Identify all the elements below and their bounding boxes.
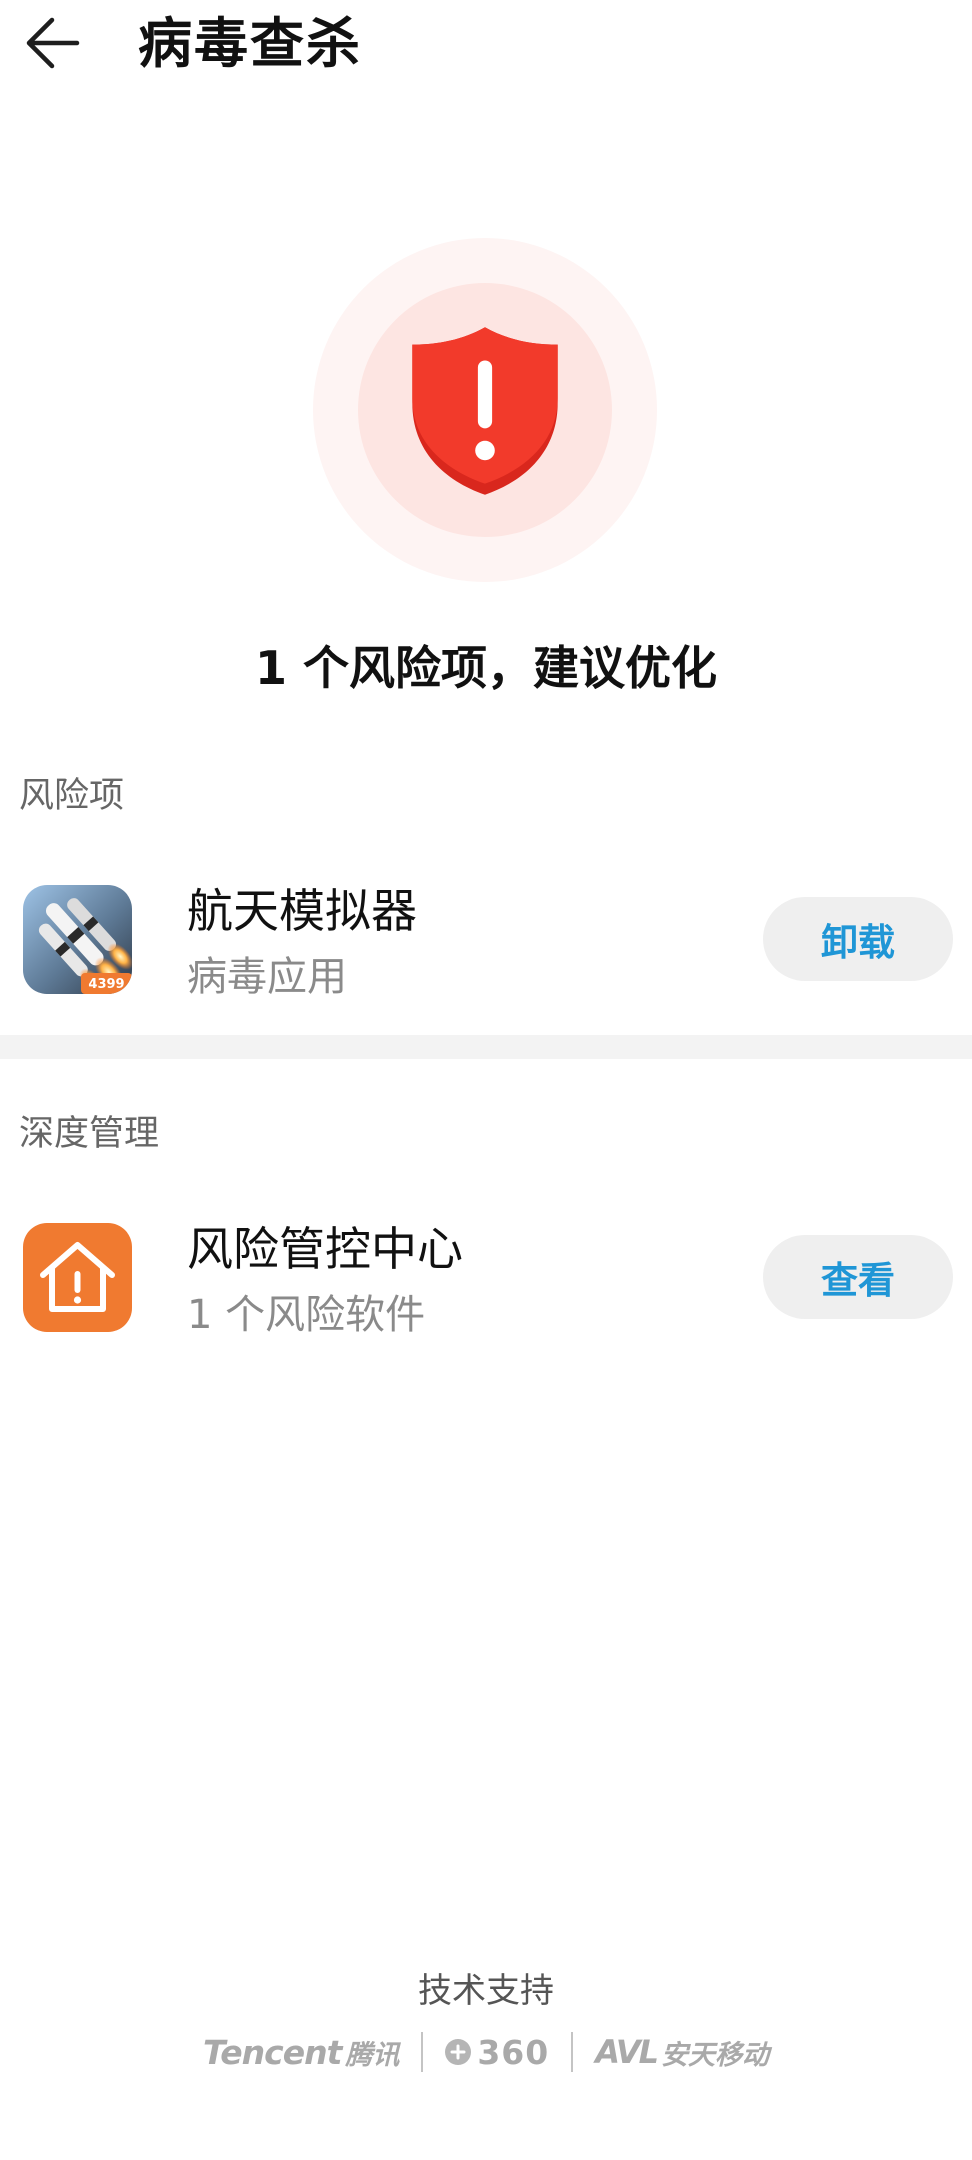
scan-result-headline: 1 个风险项，建议优化 xyxy=(254,641,718,695)
logo-divider xyxy=(571,2032,574,2072)
logo-divider xyxy=(421,2032,424,2072)
page-title: 病毒查杀 xyxy=(138,12,362,75)
shield-alert-icon xyxy=(412,327,558,495)
virus-scan-screen: 病毒查杀 1 个风险项，建议优化 风险项 4399 航天模拟器 病毒应用 卸载 … xyxy=(0,0,972,2160)
section-label-risk: 风险项 xyxy=(19,776,125,816)
view-button[interactable]: 查看 xyxy=(763,1235,953,1319)
feature-name: 风险管控中心 xyxy=(187,1222,463,1276)
risk-type: 病毒应用 xyxy=(187,954,347,1000)
section-divider xyxy=(0,1035,972,1059)
tencent-logo: Tencent xyxy=(203,2032,342,2072)
house-alert-icon xyxy=(23,1223,132,1332)
tencent-logo-cn: 腾讯 xyxy=(345,2039,400,2071)
app-name: 航天模拟器 xyxy=(187,884,417,938)
tech-support-label: 技术支持 xyxy=(418,1971,554,2011)
uninstall-button[interactable]: 卸载 xyxy=(763,897,953,981)
avl-logo: AVL xyxy=(595,2033,659,2071)
rocket-app-icon: 4399 xyxy=(23,885,132,994)
app-icon-badge: 4399 xyxy=(88,977,124,992)
section-label-deep-management: 深度管理 xyxy=(19,1114,160,1154)
partner-logos: Tencent 腾讯 360 AVL 安天移动 xyxy=(0,2030,972,2074)
back-arrow-icon xyxy=(26,17,80,69)
360-logo-icon xyxy=(445,2039,472,2065)
list-item: 风险管控中心 1 个风险软件 查看 xyxy=(0,1222,972,1338)
avl-logo-cn: 安天移动 xyxy=(660,2039,769,2071)
back-button[interactable] xyxy=(22,14,82,72)
360-logo: 360 xyxy=(477,2032,550,2072)
risk-count: 1 个风险软件 xyxy=(187,1292,426,1338)
list-item: 4399 航天模拟器 病毒应用 卸载 xyxy=(0,884,972,1000)
